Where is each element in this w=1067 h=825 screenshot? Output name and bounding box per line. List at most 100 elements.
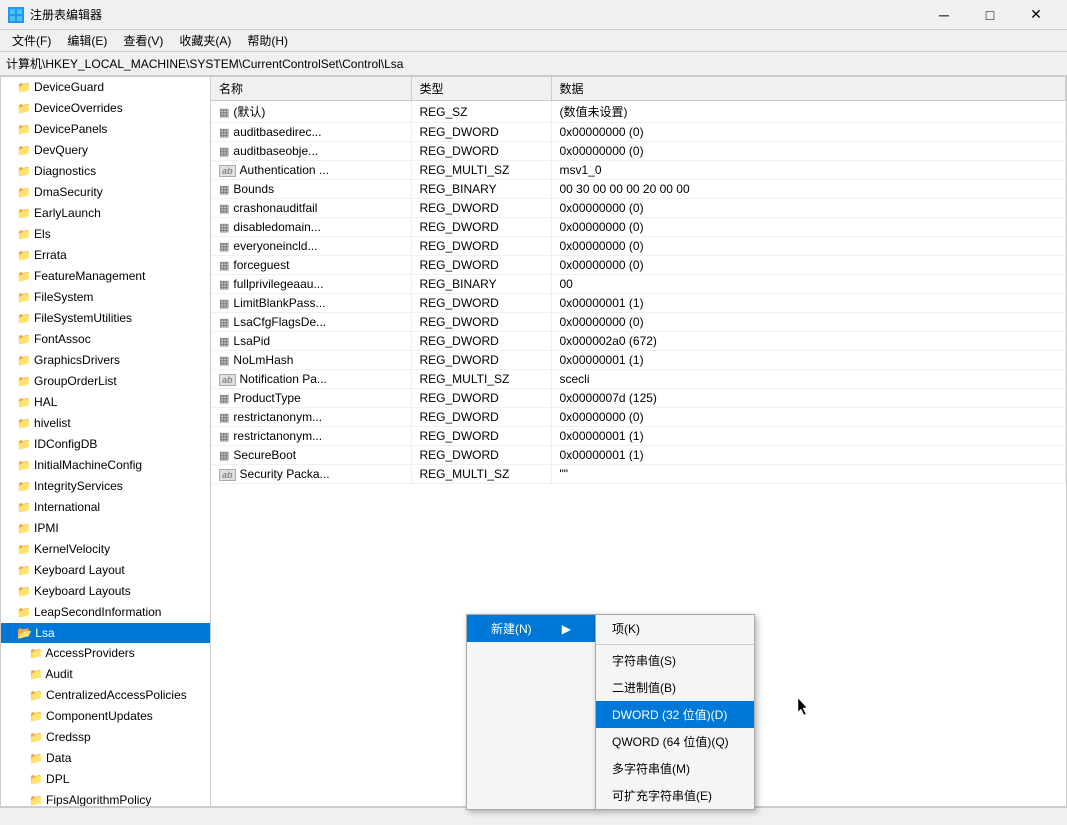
tree-item-initialmachineconfig[interactable]: 📁 InitialMachineConfig	[1, 455, 210, 476]
tree-item-devicepanels[interactable]: 📁 DevicePanels	[1, 119, 210, 140]
table-row[interactable]: ▦crashonauditfailREG_DWORD0x00000000 (0)	[211, 199, 1066, 218]
table-row[interactable]: abSecurity Packa...REG_MULTI_SZ""	[211, 465, 1066, 484]
cell-name: ▦LimitBlankPass...	[211, 294, 411, 313]
tree-item-centralizedaccesspolicies[interactable]: 📁 CentralizedAccessPolicies	[1, 685, 210, 706]
tree-item-audit[interactable]: 📁 Audit	[1, 664, 210, 685]
tree-item-idconfigdb[interactable]: 📁 IDConfigDB	[1, 434, 210, 455]
cell-data: 0x000002a0 (672)	[551, 332, 1066, 351]
cell-type: REG_DWORD	[411, 332, 551, 351]
tree-item-fipsalgorithmpolicy[interactable]: 📁 FipsAlgorithmPolicy	[1, 790, 210, 806]
tree-item-accessproviders[interactable]: 📁 AccessProviders	[1, 643, 210, 664]
tree-item-hal[interactable]: 📁 HAL	[1, 392, 210, 413]
context-menu-new[interactable]: 新建(N) ▶	[467, 615, 595, 642]
cell-name: ▦(默认)	[211, 101, 411, 123]
address-text: 计算机\HKEY_LOCAL_MACHINE\SYSTEM\CurrentCon…	[6, 55, 403, 72]
cell-type: REG_DWORD	[411, 408, 551, 427]
table-row[interactable]: ▦SecureBootREG_DWORD0x00000001 (1)	[211, 446, 1066, 465]
table-row[interactable]: ▦BoundsREG_BINARY00 30 00 00 00 20 00 00	[211, 180, 1066, 199]
cell-data: msv1_0	[551, 161, 1066, 180]
tree-panel[interactable]: 📁 DeviceGuard 📁 DeviceOverrides 📁 Device…	[1, 77, 211, 806]
cell-type: REG_DWORD	[411, 256, 551, 275]
tree-item-credssp[interactable]: 📁 Credssp	[1, 727, 210, 748]
cell-data: 0x0000007d (125)	[551, 389, 1066, 408]
tree-item-errata[interactable]: 📁 Errata	[1, 245, 210, 266]
tree-item-leapsecondinformation[interactable]: 📁 LeapSecondInformation	[1, 602, 210, 623]
tree-item-deviceguard[interactable]: 📁 DeviceGuard	[1, 77, 210, 98]
cell-data: 0x00000000 (0)	[551, 199, 1066, 218]
table-row[interactable]: ▦restrictanonym...REG_DWORD0x00000001 (1…	[211, 427, 1066, 446]
table-row[interactable]: ▦NoLmHashREG_DWORD0x00000001 (1)	[211, 351, 1066, 370]
tree-item-international[interactable]: 📁 International	[1, 497, 210, 518]
table-row[interactable]: ▦fullprivilegeaau...REG_BINARY00	[211, 275, 1066, 294]
title-bar: 注册表编辑器 ─ □ ✕	[0, 0, 1067, 30]
table-row[interactable]: ▦(默认)REG_SZ(数值未设置)	[211, 101, 1066, 123]
cell-data: 0x00000000 (0)	[551, 313, 1066, 332]
submenu-item-multistring[interactable]: 多字符串值(M)	[596, 755, 754, 782]
table-row[interactable]: ▦ProductTypeREG_DWORD0x0000007d (125)	[211, 389, 1066, 408]
tree-item-grouporderlist[interactable]: 📁 GroupOrderList	[1, 371, 210, 392]
cell-data: 0x00000000 (0)	[551, 408, 1066, 427]
table-row[interactable]: abAuthentication ...REG_MULTI_SZmsv1_0	[211, 161, 1066, 180]
table-row[interactable]: ▦LsaPidREG_DWORD0x000002a0 (672)	[211, 332, 1066, 351]
menu-bar: 文件(F) 编辑(E) 查看(V) 收藏夹(A) 帮助(H)	[0, 30, 1067, 52]
cell-type: REG_MULTI_SZ	[411, 161, 551, 180]
tree-item-deviceoverrides[interactable]: 📁 DeviceOverrides	[1, 98, 210, 119]
tree-item-featuremanagement[interactable]: 📁 FeatureManagement	[1, 266, 210, 287]
table-row[interactable]: ▦auditbaseobje...REG_DWORD0x00000000 (0)	[211, 142, 1066, 161]
submenu-item-binary[interactable]: 二进制值(B)	[596, 674, 754, 701]
submenu-item-qword64[interactable]: QWORD (64 位值)(Q)	[596, 728, 754, 755]
table-row[interactable]: ▦LimitBlankPass...REG_DWORD0x00000001 (1…	[211, 294, 1066, 313]
submenu-item-key[interactable]: 项(K)	[596, 615, 754, 642]
col-name: 名称	[211, 77, 411, 101]
table-row[interactable]: ▦everyoneincld...REG_DWORD0x00000000 (0)	[211, 237, 1066, 256]
cell-name: ▦restrictanonym...	[211, 427, 411, 446]
menu-view[interactable]: 查看(V)	[115, 30, 171, 51]
table-row[interactable]: abNotification Pa...REG_MULTI_SZscecli	[211, 370, 1066, 389]
cell-type: REG_DWORD	[411, 351, 551, 370]
cell-data: 0x00000000 (0)	[551, 123, 1066, 142]
tree-item-filesystem[interactable]: 📁 FileSystem	[1, 287, 210, 308]
tree-item-dmasecurity[interactable]: 📁 DmaSecurity	[1, 182, 210, 203]
tree-item-keyboardlayout[interactable]: 📁 Keyboard Layout	[1, 560, 210, 581]
tree-item-kernelvelocity[interactable]: 📁 KernelVelocity	[1, 539, 210, 560]
tree-item-els[interactable]: 📁 Els	[1, 224, 210, 245]
tree-item-graphicsdrivers[interactable]: 📁 GraphicsDrivers	[1, 350, 210, 371]
tree-item-lsa[interactable]: 📂 Lsa	[1, 623, 210, 643]
menu-edit[interactable]: 编辑(E)	[59, 30, 115, 51]
cell-data: 0x00000001 (1)	[551, 294, 1066, 313]
table-row[interactable]: ▦disabledomain...REG_DWORD0x00000000 (0)	[211, 218, 1066, 237]
cell-name: ▦ProductType	[211, 389, 411, 408]
tree-item-data[interactable]: 📁 Data	[1, 748, 210, 769]
col-data: 数据	[551, 77, 1066, 101]
table-row[interactable]: ▦forceguestREG_DWORD0x00000000 (0)	[211, 256, 1066, 275]
submenu-item-dword32[interactable]: DWORD (32 位值)(D)	[596, 701, 754, 728]
cell-name: abSecurity Packa...	[211, 465, 411, 484]
cell-type: REG_DWORD	[411, 294, 551, 313]
submenu-item-expandstring[interactable]: 可扩充字符串值(E)	[596, 782, 754, 809]
tree-item-integrityservices[interactable]: 📁 IntegrityServices	[1, 476, 210, 497]
tree-item-diagnostics[interactable]: 📁 Diagnostics	[1, 161, 210, 182]
tree-item-filesystemutilities[interactable]: 📁 FileSystemUtilities	[1, 308, 210, 329]
tree-item-fontassoc[interactable]: 📁 FontAssoc	[1, 329, 210, 350]
tree-item-devquery[interactable]: 📁 DevQuery	[1, 140, 210, 161]
tree-item-hivelist[interactable]: 📁 hivelist	[1, 413, 210, 434]
submenu-item-string[interactable]: 字符串值(S)	[596, 647, 754, 674]
submenu-arrow-icon: ▶	[562, 622, 571, 636]
maximize-button[interactable]: □	[967, 0, 1013, 30]
tree-item-earlylaunch[interactable]: 📁 EarlyLaunch	[1, 203, 210, 224]
table-row[interactable]: ▦restrictanonym...REG_DWORD0x00000000 (0…	[211, 408, 1066, 427]
cell-name: ▦Bounds	[211, 180, 411, 199]
close-button[interactable]: ✕	[1013, 0, 1059, 30]
menu-file[interactable]: 文件(F)	[4, 30, 59, 51]
cell-name: ▦forceguest	[211, 256, 411, 275]
table-row[interactable]: ▦auditbasedirec...REG_DWORD0x00000000 (0…	[211, 123, 1066, 142]
tree-item-keyboardlayouts[interactable]: 📁 Keyboard Layouts	[1, 581, 210, 602]
table-row[interactable]: ▦LsaCfgFlagsDe...REG_DWORD0x00000000 (0)	[211, 313, 1066, 332]
tree-item-dpl[interactable]: 📁 DPL	[1, 769, 210, 790]
menu-help[interactable]: 帮助(H)	[239, 30, 296, 51]
tree-item-componentupdates[interactable]: 📁 ComponentUpdates	[1, 706, 210, 727]
menu-favorites[interactable]: 收藏夹(A)	[171, 30, 239, 51]
minimize-button[interactable]: ─	[921, 0, 967, 30]
tree-item-ipmi[interactable]: 📁 IPMI	[1, 518, 210, 539]
cell-name: abNotification Pa...	[211, 370, 411, 389]
